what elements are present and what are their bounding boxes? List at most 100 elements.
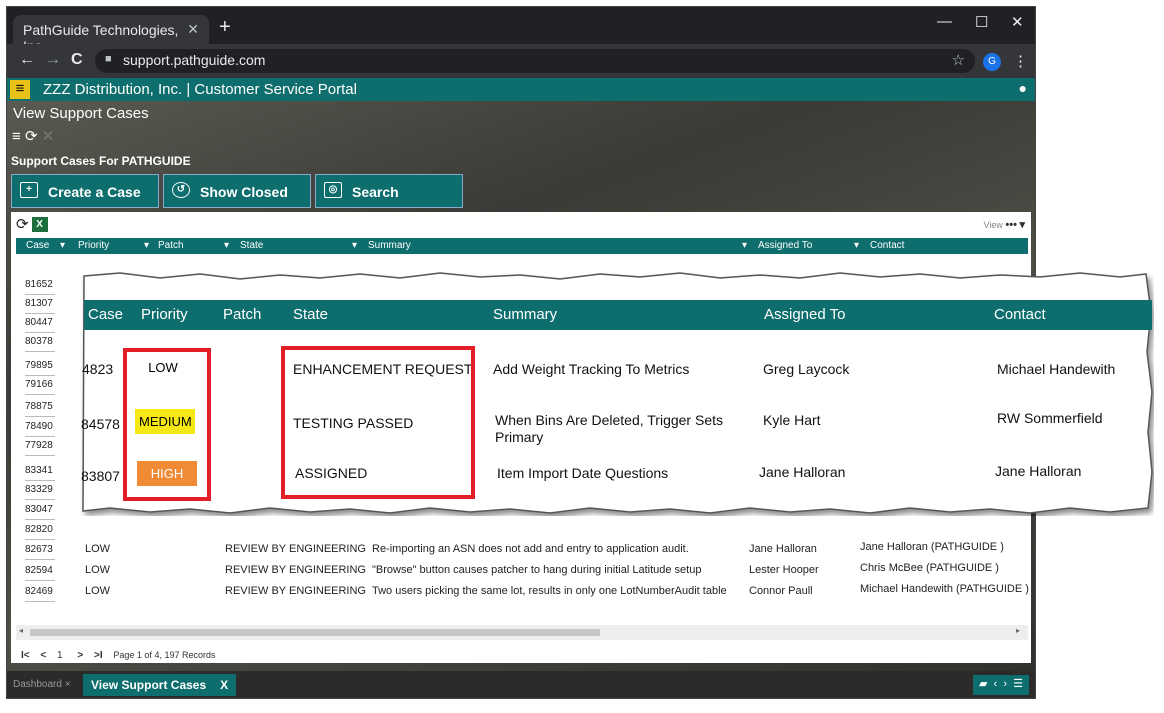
close-window-icon[interactable]: ✕ (1011, 13, 1024, 31)
col-case[interactable]: Case (26, 240, 49, 251)
next-page-button[interactable]: > (77, 650, 83, 661)
zoom-case: 83807 (81, 468, 120, 484)
row-summary: Re-importing an ASN does not add and ent… (372, 543, 689, 555)
zoom-summary: When Bins Are Deleted, Trigger Sets Prim… (495, 412, 723, 445)
row-assigned: Jane Halloran (749, 543, 817, 555)
case-link[interactable]: 77928 (25, 437, 55, 456)
grid-refresh-icon[interactable]: ⟳ (16, 216, 29, 233)
active-tab-label: View Support Cases (91, 678, 207, 692)
zoom-contact: Michael Handewith (997, 361, 1116, 377)
row-contact: Michael Handewith (PATHGUIDE ) (860, 583, 1029, 595)
case-link[interactable]: 82594 (25, 562, 55, 581)
col-priority[interactable]: Priority (78, 240, 109, 251)
case-link[interactable]: 82469 (25, 583, 55, 602)
chevron-right-icon[interactable]: › (1003, 678, 1007, 690)
col-summary[interactable]: Summary (368, 240, 411, 251)
url-field[interactable]: ■ support.pathguide.com ☆ (95, 49, 975, 73)
excel-export-icon[interactable]: X (31, 217, 48, 232)
folder-icon[interactable]: ▰ (979, 678, 987, 690)
case-link[interactable]: 78875 (25, 398, 55, 417)
row-priority: LOW (85, 543, 111, 555)
create-case-label: Create a Case (48, 184, 141, 200)
case-link[interactable]: 81652 (25, 276, 55, 295)
col-state[interactable]: State (240, 240, 263, 251)
chevron-left-icon[interactable]: ‹ (994, 678, 998, 690)
grid-toolbar: ⟳ X (16, 215, 48, 233)
refresh-icon[interactable]: ⟳ (25, 128, 38, 145)
case-link[interactable]: 80447 (25, 314, 55, 333)
forward-icon[interactable]: → (45, 51, 61, 69)
list-icon[interactable]: ☰ (1013, 678, 1023, 690)
case-link[interactable]: 82820 (25, 521, 55, 540)
search-label: Search (352, 184, 399, 200)
new-tab-icon[interactable]: + (219, 16, 231, 39)
page-number[interactable]: 1 (57, 650, 63, 661)
page-title: View Support Cases (13, 105, 149, 122)
chevron-down-icon: ▾ (1019, 219, 1025, 231)
col-assigned-to[interactable]: Assigned To (758, 240, 812, 251)
view-menu[interactable]: View ••• ▾ (984, 218, 1025, 231)
row-assigned: Connor Paull (749, 585, 813, 597)
app-title: ZZZ Distribution, Inc. | Customer Servic… (43, 81, 357, 98)
scroll-left-icon[interactable]: ◂ (19, 626, 23, 635)
sort-icon[interactable]: ▾ (224, 240, 229, 251)
create-case-button[interactable]: + Create a Case (11, 174, 159, 208)
back-icon[interactable]: ← (19, 51, 35, 69)
sort-icon[interactable]: ▾ (352, 240, 357, 251)
sort-icon[interactable]: ▾ (854, 240, 859, 251)
sort-icon[interactable]: ▾ (144, 240, 149, 251)
more-icon: ••• (1005, 219, 1017, 231)
tab-close-icon[interactable]: × (65, 679, 71, 690)
case-link[interactable]: 79166 (25, 376, 55, 395)
search-icon: ◎ (324, 182, 342, 198)
scrollbar-thumb[interactable] (30, 629, 600, 636)
list-menu-icon[interactable]: ≡ (12, 128, 21, 145)
history-icon: ↺ (172, 182, 190, 198)
show-closed-button[interactable]: ↺ Show Closed (163, 174, 311, 208)
case-link[interactable]: 79895 (25, 357, 55, 376)
page-status: Page 1 of 4, 197 Records (113, 650, 216, 660)
browser-menu-icon[interactable]: ⋮ (1013, 52, 1028, 70)
bookmark-star-icon[interactable]: ☆ (952, 51, 965, 69)
maximize-icon[interactable]: ☐ (975, 13, 988, 31)
col-contact[interactable]: Contact (870, 240, 904, 251)
case-link[interactable]: 81307 (25, 295, 55, 314)
case-link[interactable]: 83047 (25, 501, 55, 520)
tab-close-icon[interactable]: X (220, 678, 228, 692)
zoom-callout: Case Priority Patch State Summary Assign… (80, 272, 1154, 516)
prev-page-button[interactable]: < (40, 650, 46, 661)
last-page-button[interactable]: >I (94, 650, 103, 661)
zoom-case: 84578 (81, 416, 120, 432)
case-link[interactable]: 83341 (25, 462, 55, 481)
zcol-summary: Summary (493, 306, 558, 323)
case-link[interactable]: 78490 (25, 418, 55, 437)
zoom-contact: RW Sommerfield (997, 410, 1103, 426)
scroll-right-icon[interactable]: ▸ (1016, 626, 1020, 635)
dashboard-tab[interactable]: Dashboard × (13, 679, 71, 690)
first-page-button[interactable]: I< (21, 650, 30, 661)
tab-close-icon[interactable]: ✕ (187, 21, 199, 38)
profile-avatar[interactable]: G (983, 53, 1001, 71)
hamburger-menu-icon[interactable]: ≡ (10, 80, 30, 99)
horizontal-scrollbar[interactable]: ◂ ▸ (16, 625, 1028, 640)
case-link[interactable]: 83329 (25, 481, 55, 500)
sort-icon[interactable]: ▾ (742, 240, 747, 251)
zcol-patch: Patch (223, 306, 262, 323)
browser-tab[interactable]: PathGuide Technologies, Inc. ✕ (13, 15, 209, 54)
user-icon[interactable]: ● (1019, 80, 1027, 96)
row-state: REVIEW BY ENGINEERING (225, 585, 366, 597)
case-link[interactable]: 80378 (25, 333, 55, 352)
row-summary: "Browse" button causes patcher to hang d… (372, 564, 702, 576)
minimize-icon[interactable]: — (937, 13, 952, 30)
col-patch[interactable]: Patch (158, 240, 184, 251)
bottom-tab-bar: Dashboard × View Support Cases X ▰ ‹ › ☰ (7, 671, 1035, 698)
sort-icon[interactable]: ▾ (60, 240, 65, 251)
close-icon[interactable]: ✕ (42, 128, 55, 145)
case-link[interactable]: 82673 (25, 541, 55, 560)
search-button[interactable]: ◎ Search (315, 174, 463, 208)
row-priority: LOW (85, 564, 111, 576)
view-support-cases-tab[interactable]: View Support Cases X (83, 674, 237, 696)
reload-icon[interactable]: C (71, 51, 83, 69)
address-bar: ← → C ■ support.pathguide.com ☆ G ⋮ (7, 44, 1035, 78)
row-state: REVIEW BY ENGINEERING (225, 543, 366, 555)
